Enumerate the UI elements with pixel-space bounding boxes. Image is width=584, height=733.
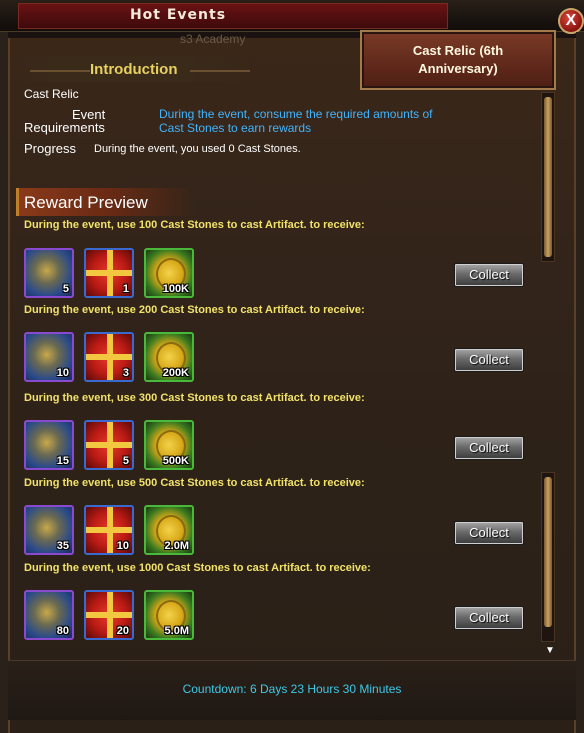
requirements-text-1: During the event, consume the required a… (159, 107, 433, 121)
countdown-text: Countdown: 6 Days 23 Hours 30 Minutes (182, 682, 402, 696)
left-frame (0, 32, 8, 733)
cast-stone-item[interactable]: 10 (24, 332, 74, 382)
tier-description: During the event, use 100 Cast Stones to… (24, 219, 365, 231)
gift-box-item[interactable]: 20 (84, 590, 134, 640)
item-quantity: 5 (122, 455, 129, 467)
collect-button[interactable]: Collect (454, 521, 524, 545)
intro-scrollbar[interactable] (541, 92, 555, 262)
tier-description: During the event, use 500 Cast Stones to… (24, 477, 365, 489)
tier-description: During the event, use 1000 Cast Stones t… (24, 562, 371, 574)
item-quantity: 100K (162, 283, 189, 295)
item-quantity: 80 (56, 625, 69, 637)
requirements-text-2: Cast Stones to earn rewards (159, 121, 312, 135)
gold-coin-item[interactable]: 2.0M (144, 505, 194, 555)
cast-stone-item[interactable]: 5 (24, 248, 74, 298)
ornament-right (190, 70, 250, 72)
gold-coin-item[interactable]: 5.0M (144, 590, 194, 640)
rewards-scrollbar[interactable] (541, 472, 555, 642)
intro-scroll-thumb[interactable] (544, 97, 552, 257)
gold-coin-item[interactable]: 500K (144, 420, 194, 470)
requirements-label-2: Requirements (24, 120, 105, 135)
item-quantity: 15 (56, 455, 69, 467)
gift-box-item[interactable]: 3 (84, 332, 134, 382)
background-caption: s3 Academy (180, 32, 246, 46)
event-name: Cast Relic (24, 87, 79, 101)
item-quantity: 5 (62, 283, 69, 295)
tier-description: During the event, use 200 Cast Stones to… (24, 304, 365, 316)
item-quantity: 2.0M (164, 540, 189, 552)
item-quantity: 1 (122, 283, 129, 295)
rewards-scroll-thumb[interactable] (544, 477, 552, 627)
collect-button[interactable]: Collect (454, 263, 524, 287)
reward-heading: Reward Preview (24, 193, 148, 212)
cast-stone-item[interactable]: 80 (24, 590, 74, 640)
right-frame (576, 32, 584, 733)
progress-label: Progress (24, 141, 77, 156)
gift-box-item[interactable]: 5 (84, 420, 134, 470)
gold-coin-item[interactable]: 100K (144, 248, 194, 298)
item-quantity: 3 (122, 367, 129, 379)
intro-heading: Introduction (90, 61, 178, 78)
scroll-down-icon[interactable]: ▼ (545, 645, 555, 656)
item-quantity: 35 (56, 540, 69, 552)
gift-box-item[interactable]: 10 (84, 505, 134, 555)
window-title: Hot Events (129, 7, 227, 23)
collect-button[interactable]: Collect (454, 436, 524, 460)
item-quantity: 5.0M (164, 625, 189, 637)
cast-stone-item[interactable]: 35 (24, 505, 74, 555)
event-tab-label-2: Anniversary) (418, 61, 498, 76)
collect-button[interactable]: Collect (454, 348, 524, 372)
gold-coin-item[interactable]: 200K (144, 332, 194, 382)
cast-stone-item[interactable]: 15 (24, 420, 74, 470)
gift-box-item[interactable]: 1 (84, 248, 134, 298)
event-tab-label-1: Cast Relic (6th (412, 43, 504, 58)
tier-description: During the event, use 300 Cast Stones to… (24, 392, 365, 404)
item-quantity: 500K (162, 455, 189, 467)
event-tab-cast-relic[interactable]: Cast Relic (6th Anniversary) (360, 30, 556, 90)
item-quantity: 200K (162, 367, 189, 379)
close-button[interactable]: X (558, 8, 584, 34)
ornament-left (30, 70, 90, 72)
close-icon: X (565, 12, 577, 29)
title-bar: Hot Events (0, 0, 584, 32)
progress-text: During the event, you used 0 Cast Stones… (94, 143, 301, 155)
item-quantity: 10 (56, 367, 69, 379)
collect-button[interactable]: Collect (454, 606, 524, 630)
item-quantity: 20 (116, 625, 129, 637)
item-quantity: 10 (116, 540, 129, 552)
